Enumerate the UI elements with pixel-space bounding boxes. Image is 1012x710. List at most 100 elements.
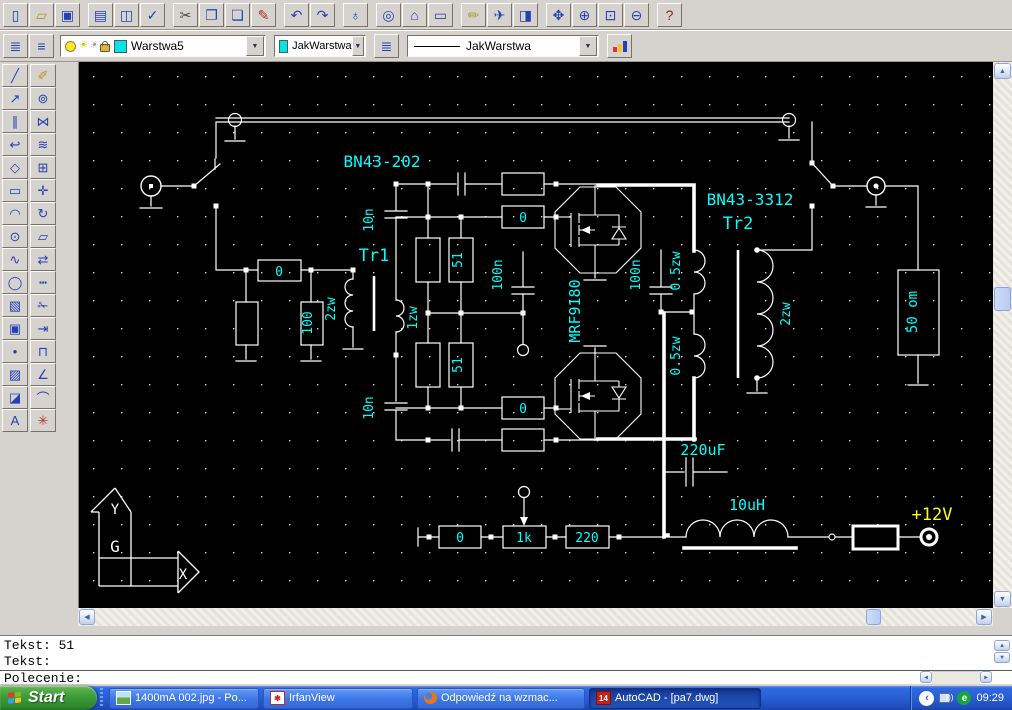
linetype-combobox[interactable]: JakWarstwa ▼ xyxy=(407,35,599,57)
vertical-scroll-thumb[interactable] xyxy=(994,287,1011,311)
vertical-scrollbar[interactable]: ▲ ▼ xyxy=(993,62,1012,608)
help-button[interactable]: ? xyxy=(657,2,682,27)
layer-lock-icon[interactable] xyxy=(99,40,110,52)
horizontal-scrollbar[interactable]: ◀ ▶ xyxy=(78,608,993,626)
line-button[interactable]: ╱ xyxy=(2,64,28,87)
multiline-button[interactable]: ∥ xyxy=(2,110,28,133)
layers-button[interactable]: ≣ xyxy=(3,34,28,58)
layer-dropdown-arrow[interactable]: ▼ xyxy=(246,36,264,56)
rotate-button[interactable]: ↻ xyxy=(30,202,56,225)
redraw-button[interactable]: ✏ xyxy=(461,2,486,27)
construction-line-button[interactable]: ↗ xyxy=(2,87,28,110)
launch-browser-button[interactable]: ♁ xyxy=(343,2,368,27)
chamfer-button[interactable]: ∠ xyxy=(30,363,56,386)
scale-button[interactable]: ▱ xyxy=(30,225,56,248)
volume-display-icon[interactable]: ))) xyxy=(939,692,953,704)
taskbar-task-1[interactable]: 1400mA 002.jpg - Po... xyxy=(109,687,259,709)
start-button[interactable]: Start xyxy=(0,686,97,710)
aerial-view-button[interactable]: ✈ xyxy=(487,2,512,27)
layer-stack-button[interactable]: ≡ xyxy=(29,34,54,58)
command-window[interactable]: Tekst: 51 Tekst: Polecenie: ▲ ▼ ◀ ▶ xyxy=(0,635,1012,686)
label-tr1-pri: 2zw xyxy=(324,297,339,321)
region-button[interactable]: ◪ xyxy=(2,386,28,409)
open-button[interactable]: ▱ xyxy=(29,2,54,27)
taskbar-task-3[interactable]: Odpowiedź na wzmac... xyxy=(417,687,585,709)
layer-combobox[interactable]: ☀ ☀ Warstwa5 ▼ xyxy=(60,35,266,57)
measure-button[interactable]: ▭ xyxy=(428,2,453,27)
print-button[interactable]: ▤ xyxy=(88,2,113,27)
linetype-dropdown-arrow[interactable]: ▼ xyxy=(579,36,597,56)
scroll-right-button[interactable]: ▶ xyxy=(976,609,992,625)
erase-button[interactable]: ✐ xyxy=(30,64,56,87)
spell-check-button[interactable]: ✓ xyxy=(140,2,165,27)
layer-freeze-vp-icon[interactable]: ☀ xyxy=(89,41,98,51)
print-preview-button[interactable]: ◫ xyxy=(114,2,139,27)
command-hscroll[interactable]: ◀ ▶ xyxy=(920,670,992,684)
paste-button[interactable]: ❏ xyxy=(225,2,250,27)
break-button[interactable]: ⊓ xyxy=(30,340,56,363)
make-block-button[interactable]: ▣ xyxy=(2,317,28,340)
spline-button[interactable]: ∿ xyxy=(2,248,28,271)
array-button[interactable]: ⊞ xyxy=(30,156,56,179)
pan-button[interactable]: ✥ xyxy=(546,2,571,27)
trim-button[interactable]: ✁ xyxy=(30,294,56,317)
command-vscroll[interactable]: ▲ ▼ xyxy=(994,640,1010,664)
layer-on-icon[interactable] xyxy=(65,40,76,52)
command-scroll-left-button[interactable]: ◀ xyxy=(920,671,932,683)
color-dropdown-arrow[interactable]: ▼ xyxy=(351,36,364,56)
taskbar-task-2[interactable]: ✱ IrfanView xyxy=(263,687,413,709)
polygon-button[interactable]: ◇ xyxy=(2,156,28,179)
new-button[interactable]: ▯ xyxy=(3,2,28,27)
explode-button[interactable]: ✳ xyxy=(30,409,56,432)
extend-button[interactable]: ⇥ xyxy=(30,317,56,340)
copy-button[interactable]: ❐ xyxy=(199,2,224,27)
scroll-left-button[interactable]: ◀ xyxy=(79,609,95,625)
color-combobox[interactable]: JakWarstwa ▼ xyxy=(274,35,366,57)
insert-block-button[interactable]: ⌂ xyxy=(402,2,427,27)
rectangle-button[interactable]: ▭ xyxy=(2,179,28,202)
command-scroll-up-button[interactable]: ▲ xyxy=(994,640,1010,651)
copy-object-button[interactable]: ⊚ xyxy=(30,87,56,110)
arc-button[interactable]: ◠ xyxy=(2,202,28,225)
offset-button[interactable]: ≋ xyxy=(30,133,56,156)
insert-block-button[interactable]: ▧ xyxy=(2,294,28,317)
arc-icon: ◠ xyxy=(9,205,21,221)
mirror-button[interactable]: ⋈ xyxy=(30,110,56,133)
fillet-button[interactable]: ⌒ xyxy=(30,386,56,409)
color-palette-button[interactable] xyxy=(607,34,632,58)
ellipse-icon: ◯ xyxy=(7,274,23,290)
tray-collapse-icon[interactable]: ‹ xyxy=(919,690,935,706)
text-button[interactable]: A xyxy=(2,409,28,432)
zoom-window-button[interactable]: ⊡ xyxy=(598,2,623,27)
circle-button[interactable]: ⊙ xyxy=(2,225,28,248)
move-button[interactable]: ✛ xyxy=(30,179,56,202)
command-scroll-down-button[interactable]: ▼ xyxy=(994,652,1010,663)
command-scroll-right-button[interactable]: ▶ xyxy=(980,671,992,683)
linetype-button[interactable]: ≣ xyxy=(374,34,399,58)
drawing-canvas[interactable]: BN43-202 Tr1 10n 10n 0 100 2zw 1zw 51 51… xyxy=(78,62,993,608)
point-button[interactable]: • xyxy=(2,340,28,363)
launch-browser-icon: ♁ xyxy=(350,6,361,23)
named-views-button[interactable]: ◨ xyxy=(513,2,538,27)
undo-button[interactable]: ↶ xyxy=(284,2,309,27)
zoom-realtime-button[interactable]: ⊕ xyxy=(572,2,597,27)
taskbar-task-4[interactable]: 14 AutoCAD - [pa7.dwg] xyxy=(589,687,761,709)
layer-thaw-icon[interactable]: ☀ xyxy=(78,41,87,51)
antivirus-tray-icon[interactable]: e xyxy=(957,691,972,705)
object-snap-button[interactable]: ◎ xyxy=(376,2,401,27)
redo-button[interactable]: ↷ xyxy=(310,2,335,27)
zoom-previous-button[interactable]: ⊖ xyxy=(624,2,649,27)
ellipse-button[interactable]: ◯ xyxy=(2,271,28,294)
redo-icon: ↷ xyxy=(316,6,329,23)
scroll-down-button[interactable]: ▼ xyxy=(994,591,1011,607)
match-properties-button[interactable]: ✎ xyxy=(251,2,276,27)
horizontal-scroll-thumb[interactable] xyxy=(866,609,881,625)
polyline-button[interactable]: ↩ xyxy=(2,133,28,156)
stretch-button[interactable]: ⇄ xyxy=(30,248,56,271)
hatch-button[interactable]: ▨ xyxy=(2,363,28,386)
save-button[interactable]: ▣ xyxy=(55,2,80,27)
lengthen-button[interactable]: ┅ xyxy=(30,271,56,294)
scroll-up-button[interactable]: ▲ xyxy=(994,63,1011,79)
cut-button[interactable]: ✂ xyxy=(173,2,198,27)
command-hscroll-track[interactable] xyxy=(932,670,980,684)
